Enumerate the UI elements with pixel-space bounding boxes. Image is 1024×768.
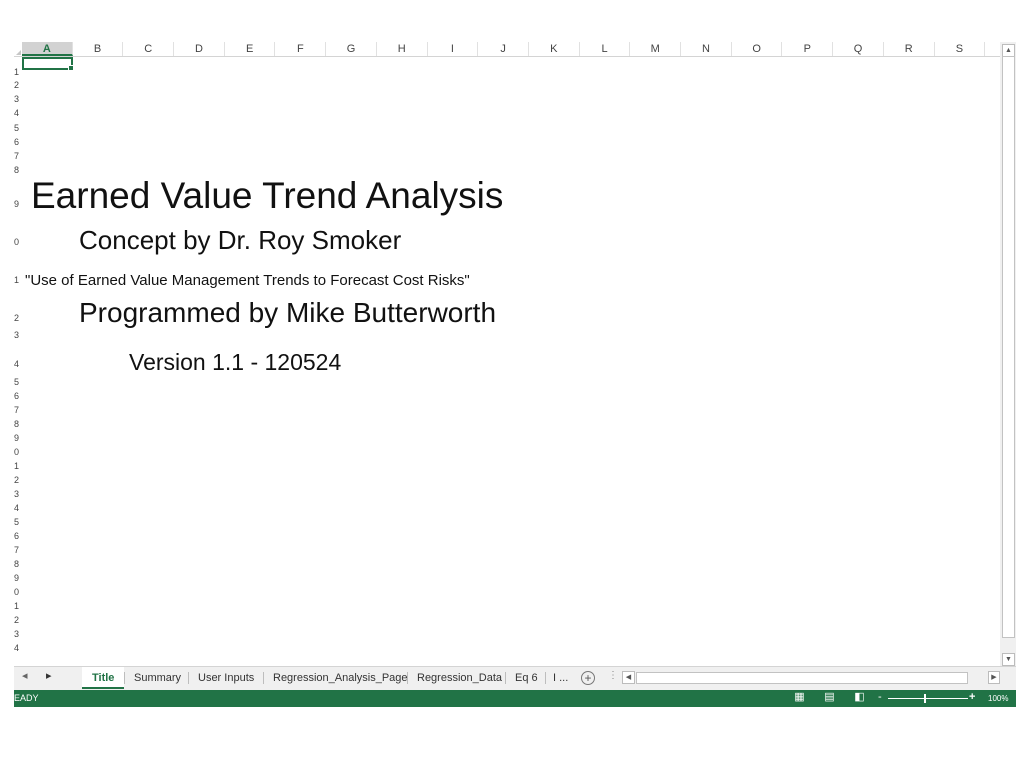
column-header-p[interactable]: P [783,42,834,56]
row-header-label: 9 [14,433,20,443]
column-header-r[interactable]: R [884,42,935,56]
row-header-label: 3 [14,94,20,104]
column-header-o[interactable]: O [732,42,783,56]
page-break-icon[interactable]: ◧ [854,692,865,703]
row-header-label: 4 [14,643,20,653]
more-options-icon[interactable]: ⋮ [608,670,618,681]
row-header-label: 5 [14,123,20,133]
title-text: Earned Value Trend Analysis [31,175,504,216]
row-header-label: 9 [14,199,20,209]
column-header-l[interactable]: L [580,42,631,56]
sheet-tab-bar: ◂ ▸ Title Summary User Inputs Regression_An… [14,666,1016,690]
programmer-text: Programmed by Mike Butterworth [79,297,497,328]
zoom-out-icon[interactable]: - [878,691,882,703]
column-header-bar: ABCDEFGHIJKLMNOPQRS [14,42,1000,57]
row-header-label: 7 [14,545,20,555]
row-header-label: 7 [14,151,20,161]
vertical-scrollbar[interactable]: ▲ ▼ [1000,42,1016,666]
row-header-label: 1 [14,275,20,285]
worksheet-grid[interactable]: Earned Value Trend Analysis Concept by D… [22,57,1000,665]
zoom-slider[interactable] [888,698,968,699]
column-header-s[interactable]: S [935,42,986,56]
zoom-slider-knob[interactable] [924,694,926,703]
column-header-b[interactable]: B [73,42,124,56]
row-header-label: 0 [14,587,20,597]
vertical-scroll-thumb[interactable] [1002,56,1015,638]
row-header-label: 1 [14,601,20,611]
column-header-n[interactable]: N [681,42,732,56]
row-header-label: 4 [14,503,20,513]
row-header-label: 5 [14,377,20,387]
concept-text: Concept by Dr. Roy Smoker [79,225,402,255]
row-header-label: 2 [14,615,20,625]
version-text: Version 1.1 - 120524 [129,349,342,375]
sheet-tab-summary[interactable]: Summary [124,667,191,689]
column-header-g[interactable]: G [326,42,377,56]
sheet-tab-user-inputs[interactable]: User Inputs [188,667,264,689]
column-header-k[interactable]: K [529,42,580,56]
zoom-in-icon[interactable]: + [969,691,975,703]
column-header-j[interactable]: J [478,42,529,56]
add-sheet-icon[interactable]: + [581,671,595,685]
column-header-i[interactable]: I [428,42,479,56]
tab-scroll-right-icon[interactable]: ▸ [46,669,52,682]
status-text: EADY [14,693,39,703]
column-header-f[interactable]: F [276,42,327,56]
sheet-tab-title[interactable]: Title [82,667,125,689]
page-layout-icon[interactable]: ▤ [824,692,835,703]
row-header-label: 4 [14,108,20,118]
row-header-label: 3 [14,330,20,340]
row-header-label: 3 [14,489,20,499]
tab-scroll-left-icon[interactable]: ◂ [22,669,28,682]
horizontal-scrollbar[interactable]: ◀ [622,671,968,684]
row-header-label: 0 [14,447,20,457]
sheet-tab-regression-analysis-page[interactable]: Regression_Analysis_Page [263,667,418,689]
row-header-bar: 1 2 3 4 5 6 7 8 9 0 1 2 3 4 5 6 7 8 9 0 1 2 3 4 5 6 7 8 9 0 1 2 3 4 [0,57,21,665]
column-header-c[interactable]: C [123,42,175,56]
row-header-label: 2 [14,313,20,323]
grid-view-icon[interactable]: ▦ [794,692,805,703]
sheet-tab-eq-6[interactable]: Eq 6 [505,667,548,689]
row-header-label: 7 [14,405,20,415]
select-all-corner[interactable] [14,42,22,56]
horizontal-scroll-thumb[interactable] [636,672,968,684]
row-header-label: 6 [14,531,20,541]
row-header-label: 2 [14,475,20,485]
row-header-label: 3 [14,629,20,639]
column-header-e[interactable]: E [225,42,276,56]
column-header-h[interactable]: H [377,42,428,56]
row-header-label: 1 [14,461,20,471]
scroll-down-icon[interactable]: ▼ [1002,653,1015,666]
column-header-m[interactable]: M [630,42,682,56]
row-header-label: 9 [14,573,20,583]
row-header-label: 5 [14,517,20,527]
row-header-label: 4 [14,359,20,369]
row-header-label: 6 [14,391,20,401]
selected-cell-a1[interactable] [22,57,74,71]
row-header-label: 8 [14,165,20,175]
column-header-d[interactable]: D [174,42,225,56]
sheet-tab-regression-data[interactable]: Regression_Data [407,667,512,689]
row-header-label: 2 [14,80,20,90]
column-header-a[interactable]: A [22,42,73,56]
quote-text: "Use of Earned Value Management Trends t… [25,272,470,289]
column-header-q[interactable]: Q [833,42,884,56]
row-header-label: 1 [14,67,20,77]
scroll-right-icon[interactable]: ▶ [988,671,1000,684]
row-header-label: 6 [14,137,20,147]
row-header-label: 8 [14,419,20,429]
scroll-left-icon[interactable]: ◀ [622,671,635,684]
sheet-tab-i[interactable]: I ... [545,667,576,689]
zoom-level[interactable]: 100% [988,694,1008,703]
row-header-label: 8 [14,559,20,569]
status-bar: EADY ▦ ▤ ◧ - + 100% [14,690,1016,707]
row-header-label: 0 [14,237,20,247]
